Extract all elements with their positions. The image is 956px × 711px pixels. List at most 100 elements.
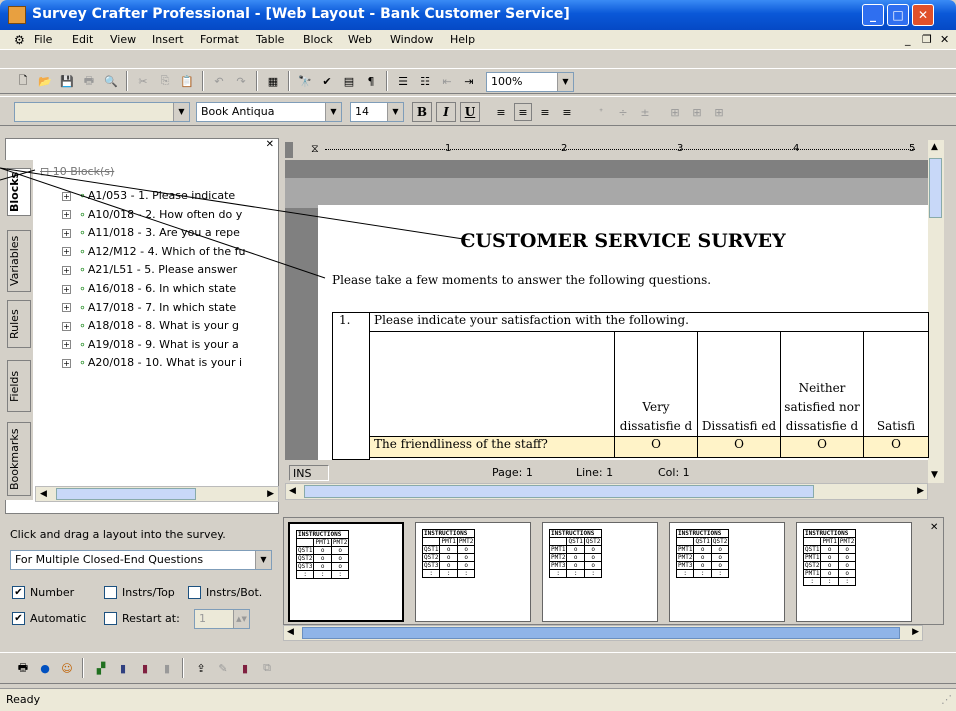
column-header: Very dissatisfie d <box>614 331 698 437</box>
justify-icon[interactable]: ≡ <box>558 103 576 121</box>
thumbnail-table: INSTRUCTIONS QST1 QST2 PMT1 o o PMT2 o o PMT3 o o::… <box>548 529 603 578</box>
column-header: Dissatisfi ed <box>697 331 781 437</box>
maximize-button[interactable]: □ <box>887 4 909 26</box>
layout-thumbnail[interactable]: INSTRUCTIONS PMT1 PMT2 QST1 o o QST2 o o QST3 o o::… <box>415 522 531 622</box>
scroll-right-icon[interactable]: ▶ <box>917 486 924 496</box>
close-button[interactable]: ✕ <box>912 4 934 26</box>
expand-icon[interactable]: + <box>62 303 71 313</box>
doc-vscrollbar[interactable]: ▲ ▼ <box>928 140 944 483</box>
layout-thumbnail[interactable]: INSTRUCTIONS QST1 QST2 PMT1 o o PMT2 o o PMT3 o o::… <box>542 522 658 622</box>
gallery-hscrollbar[interactable]: ◀ ▶ <box>283 625 923 641</box>
tab-fields[interactable]: Fields <box>7 360 31 412</box>
scroll-left-icon[interactable]: ◀ <box>287 627 294 637</box>
print-layout-icon[interactable]: 🖶 <box>14 659 32 677</box>
export-icon[interactable]: ⇪ <box>192 659 210 677</box>
scroll-left-icon[interactable]: ◀ <box>40 489 47 499</box>
tree-item[interactable]: + ∘ A19/018 - 9. What is your a <box>62 338 272 351</box>
align-right-icon[interactable]: ≡ <box>536 103 554 121</box>
scroll-right-icon[interactable]: ▶ <box>267 489 274 499</box>
background-icon[interactable]: ▞ <box>92 659 110 677</box>
automatic-label: Automatic <box>30 612 87 625</box>
number-checkbox[interactable]: ✔ <box>12 586 25 599</box>
thumbnail-table: INSTRUCTIONS QST1 QST2 PMT1 o o PMT2 o o PMT3 o o::… <box>675 529 730 578</box>
table-cols-icon[interactable]: ⊞ <box>710 103 728 121</box>
tree-item[interactable]: + ∘ A17/018 - 7. In which state <box>62 301 272 314</box>
doc-minimize-button[interactable]: _ <box>905 33 911 46</box>
instrs-top-label: Instrs/Top <box>122 586 175 599</box>
question-text: Please indicate your satisfaction with t… <box>369 312 929 332</box>
status-bar: Ready ⋰ <box>0 688 956 711</box>
radio-option[interactable]: O <box>697 436 781 458</box>
document-status: INS Page: 1 Line: 1 Col: 1 <box>285 463 928 483</box>
bottom-toolbar: 🖶 ● ☺ ▞ ▮ ▮ ▮ ⇪ ✎ ▮ ⧉ <box>0 652 956 684</box>
agent-icon[interactable]: ☺ <box>58 659 76 677</box>
hscroll-thumb[interactable] <box>304 485 814 498</box>
copy-layout-icon[interactable]: ⧉ <box>258 659 276 677</box>
chevron-down-icon: ▼ <box>255 551 271 569</box>
radio-option[interactable]: O <box>863 436 929 458</box>
doc-restore-button[interactable]: ❐ <box>922 33 932 46</box>
spinner-arrows-icon[interactable]: ▲▼ <box>233 610 249 628</box>
col-indicator: Col: 1 <box>658 466 690 479</box>
tab-bookmarks[interactable]: Bookmarks <box>7 422 31 496</box>
vscroll-thumb[interactable] <box>929 158 942 218</box>
books-icon[interactable]: ▮ <box>136 659 154 677</box>
publish-icon[interactable]: ▮ <box>236 659 254 677</box>
instrs-top-checkbox[interactable] <box>104 586 117 599</box>
book-icon[interactable]: ▮ <box>114 659 132 677</box>
radio-option[interactable]: O <box>614 436 698 458</box>
edit-icon[interactable]: ✎ <box>214 659 232 677</box>
layout-select[interactable]: For Multiple Closed-End Questions ▼ <box>10 550 272 570</box>
subscript-icon[interactable]: ± <box>636 103 654 121</box>
table-rows-icon[interactable]: ⊞ <box>688 103 706 121</box>
tree-hscrollbar[interactable]: ◀ ▶ <box>35 486 279 502</box>
automatic-checkbox[interactable]: ✔ <box>12 612 25 625</box>
block-dot-icon: ∘ <box>79 337 86 351</box>
scroll-right-icon[interactable]: ▶ <box>912 627 919 637</box>
doc-hscrollbar[interactable]: ◀ ▶ <box>285 483 928 500</box>
status-text: Ready <box>6 693 41 706</box>
line-indicator: Line: 1 <box>576 466 614 479</box>
row-label: The friendliness of the staff? <box>369 436 615 458</box>
scroll-thumb[interactable] <box>56 488 196 500</box>
layout-hint: Click and drag a layout into the survey. <box>10 528 226 541</box>
minimize-button[interactable]: _ <box>862 4 884 26</box>
radio-option[interactable]: O <box>780 436 864 458</box>
page-indicator: Page: 1 <box>492 466 533 479</box>
layout-thumbnail[interactable]: INSTRUCTIONS QST1 QST2 PMT1 o o PMT2 o o PMT3 o o::… <box>669 522 785 622</box>
book-disabled-icon[interactable]: ▮ <box>158 659 176 677</box>
annotation-lines <box>0 167 471 279</box>
expand-icon[interactable]: + <box>62 321 71 331</box>
scroll-up-icon[interactable]: ▲ <box>931 142 938 152</box>
tree-item[interactable]: + ∘ A20/018 - 10. What is your i <box>62 356 272 369</box>
expand-icon[interactable]: + <box>62 358 71 368</box>
doc-close-button[interactable]: ✕ <box>940 33 949 46</box>
question-number: 1. <box>332 312 370 332</box>
restart-label: Restart at: <box>122 612 180 625</box>
chevron-down-icon: ▼ <box>557 73 573 91</box>
number-label: Number <box>30 586 75 599</box>
close-gallery-icon[interactable]: ✕ <box>930 522 938 533</box>
table-cells-icon[interactable]: ⊞ <box>666 103 684 121</box>
layout-thumbnail[interactable]: INSTRUCTIONS PMT1 PMT2 QST1 o o PMT1 o o QST2 o o PM… <box>796 522 912 622</box>
expand-icon[interactable]: + <box>62 340 71 350</box>
gallery-scroll-thumb[interactable] <box>302 627 900 639</box>
scroll-down-icon[interactable]: ▼ <box>931 470 938 480</box>
restart-checkbox[interactable] <box>104 612 117 625</box>
thumbnail-table: INSTRUCTIONS PMT1 PMT2 QST1 o o PMT1 o o QST2 o o PM… <box>802 529 857 586</box>
thumbnail-table: INSTRUCTIONS PMT1 PMT2 QST1 o o QST2 o o QST3 o o::… <box>295 530 350 579</box>
resize-grip-icon[interactable]: ⋰ <box>941 693 952 706</box>
divide-icon[interactable]: ÷ <box>614 103 632 121</box>
tree-item[interactable]: + ∘ A18/018 - 8. What is your g <box>62 319 272 332</box>
web-layout-icon[interactable]: ● <box>36 659 54 677</box>
column-header: Satisfi <box>863 331 929 437</box>
superscript-icon[interactable]: ᐩ <box>592 103 610 121</box>
instrs-bot-checkbox[interactable] <box>188 586 201 599</box>
tab-rules[interactable]: Rules <box>7 300 31 348</box>
thumbnail-table: INSTRUCTIONS PMT1 PMT2 QST1 o o QST2 o o QST3 o o::… <box>421 529 476 578</box>
scroll-left-icon[interactable]: ◀ <box>289 486 296 496</box>
restart-spinner[interactable]: 1 ▲▼ <box>194 609 250 629</box>
block-dot-icon: ∘ <box>79 356 86 370</box>
block-dot-icon: ∘ <box>79 300 86 314</box>
layout-thumbnail[interactable]: INSTRUCTIONS PMT1 PMT2 QST1 o o QST2 o o QST3 o o::… <box>288 522 404 622</box>
